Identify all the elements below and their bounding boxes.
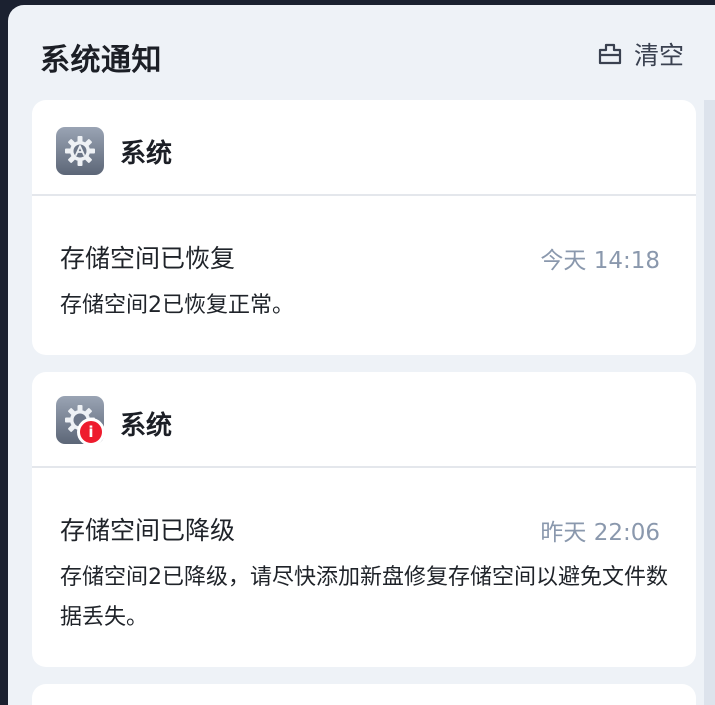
info-icon: i xyxy=(77,418,105,446)
panel-header: 系统通知 清空 xyxy=(8,5,715,100)
notification-time: 昨天 22:06 xyxy=(540,520,660,546)
clear-button[interactable]: 清空 xyxy=(596,36,684,72)
clear-icon xyxy=(596,40,624,68)
notification-card[interactable]: 系统 存储空间已恢复 今天 14:18 存储空间2已恢复正常。 xyxy=(32,100,696,355)
notification-card[interactable] xyxy=(32,684,696,705)
notification-message: 存储空间2已降级，请尽快添加新盘修复存储空间以避免文件数据丢失。 xyxy=(60,565,668,630)
notification-card[interactable]: i 系统 存储空间已降级 昨天 22:06 存储空间2已降级，请尽快添加新盘修复… xyxy=(32,372,696,667)
page-title: 系统通知 xyxy=(40,43,162,78)
card-header: 系统 xyxy=(32,100,696,196)
card-header: i 系统 xyxy=(32,372,696,468)
app-name: 系统 xyxy=(120,411,173,441)
gear-icon xyxy=(56,127,104,175)
notification-title: 存储空间已恢复 xyxy=(60,244,236,273)
notification-title: 存储空间已降级 xyxy=(60,516,236,545)
scrollbar[interactable] xyxy=(704,100,715,705)
app-name: 系统 xyxy=(120,139,173,169)
clear-label: 清空 xyxy=(634,41,685,70)
notification-message: 存储空间2已恢复正常。 xyxy=(60,293,294,318)
notification-panel: 系统通知 清空 系统 存储空间已恢复 今天 14:18 存储空间2已恢复正常。 … xyxy=(8,5,715,705)
notification-time: 今天 14:18 xyxy=(540,248,660,274)
